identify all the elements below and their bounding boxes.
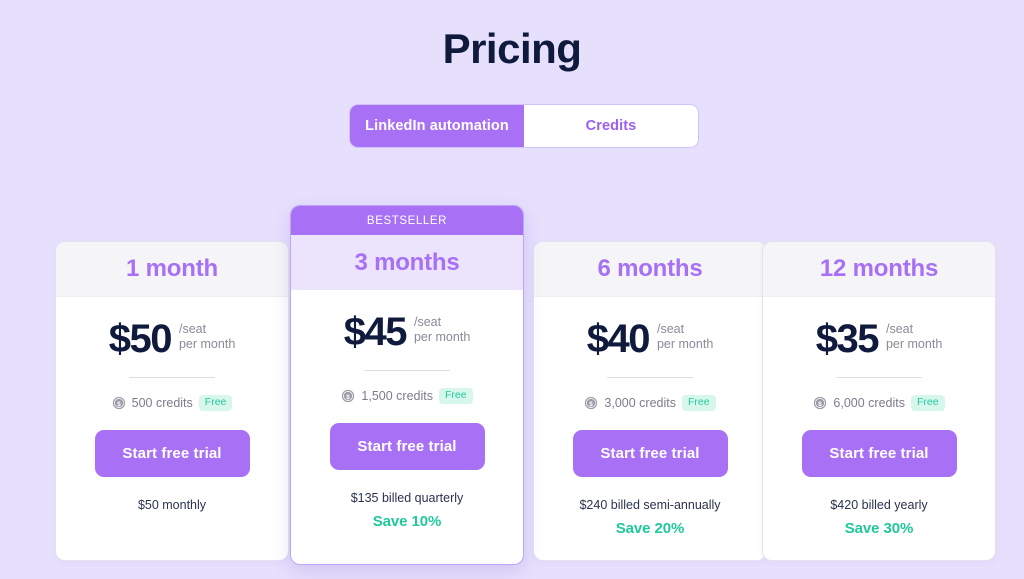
plan-term-label: 12 months <box>819 255 939 282</box>
card-body: $40 /seat per month $ 3,000 credits Free… <box>534 297 766 537</box>
price-unit: /seat per month <box>179 322 235 353</box>
billing-note: $135 billed quarterly <box>350 490 464 505</box>
credits-row: $ 3,000 credits Free <box>584 395 716 411</box>
start-free-trial-button[interactable]: Start free trial <box>329 422 485 470</box>
price-unit-line1: /seat <box>885 322 914 336</box>
card-body: $35 /seat per month $ 6,000 credits Free… <box>763 297 995 537</box>
svg-text:$: $ <box>819 401 823 408</box>
credits-row: $ 500 credits Free <box>112 395 233 411</box>
toggle-option-credits[interactable]: Credits <box>524 105 698 147</box>
credits-row: $ 1,500 credits Free <box>341 388 473 404</box>
credits-free-badge: Free <box>198 395 233 411</box>
price-unit-line2: per month <box>885 337 943 352</box>
credits-amount: 1,500 credits <box>361 388 433 403</box>
card-header: 3 months <box>291 235 523 290</box>
price-amount: $45 <box>343 310 408 354</box>
divider <box>129 377 215 378</box>
price-row: $50 /seat per month <box>109 319 236 359</box>
billing-note: $50 monthly <box>137 497 207 512</box>
credits-amount: 500 credits <box>131 395 193 410</box>
price-row: $35 /seat per month <box>816 319 943 359</box>
pricing-mode-toggle[interactable]: LinkedIn automation Credits <box>349 104 699 148</box>
coin-dollar-icon: $ <box>342 389 355 402</box>
start-free-trial-button[interactable]: Start free trial <box>572 429 728 477</box>
divider <box>836 377 922 378</box>
pricing-card-12-months[interactable]: 12 months $35 /seat per month $ 6,000 cr… <box>762 241 996 561</box>
price-unit-line1: /seat <box>656 322 685 336</box>
credits-row: $ 6,000 credits Free <box>813 395 945 411</box>
card-body: $45 /seat per month $ 1,500 credits Free… <box>291 290 523 530</box>
credits-amount: 6,000 credits <box>833 395 905 410</box>
coin-dollar-icon: $ <box>814 396 827 409</box>
page-title: Pricing <box>442 25 582 72</box>
price-amount: $50 <box>108 317 173 361</box>
price-amount: $35 <box>815 317 880 361</box>
card-header: 1 month <box>56 242 288 297</box>
price-row: $45 /seat per month <box>344 312 471 352</box>
price-unit-line2: per month <box>413 330 471 345</box>
price-row: $40 /seat per month <box>587 319 714 359</box>
price-unit-line1: /seat <box>413 315 442 329</box>
credits-free-badge: Free <box>910 395 945 411</box>
svg-text:$: $ <box>590 401 594 408</box>
price-unit-line2: per month <box>178 337 236 352</box>
svg-text:$: $ <box>117 401 121 408</box>
price-unit: /seat per month <box>414 315 470 346</box>
credits-amount: 3,000 credits <box>604 395 676 410</box>
card-body: $50 /seat per month $ 500 credits Free S… <box>56 297 288 512</box>
card-header: 6 months <box>534 242 766 297</box>
plan-term-label: 3 months <box>354 248 460 276</box>
price-unit-line2: per month <box>656 337 714 352</box>
start-free-trial-button[interactable]: Start free trial <box>94 429 250 477</box>
pricing-card-1-month[interactable]: 1 month $50 /seat per month $ 500 credit… <box>55 241 289 561</box>
savings-label: Save 30% <box>844 519 914 537</box>
billing-note: $420 billed yearly <box>830 497 928 512</box>
bestseller-ribbon: BESTSELLER <box>291 206 523 235</box>
card-header: 12 months <box>763 242 995 297</box>
start-free-trial-button[interactable]: Start free trial <box>801 429 957 477</box>
price-amount: $40 <box>586 317 651 361</box>
coin-dollar-icon: $ <box>585 396 598 409</box>
savings-label: Save 10% <box>372 512 442 530</box>
pricing-cards: 1 month $50 /seat per month $ 500 credit… <box>0 205 1024 575</box>
pricing-card-6-months[interactable]: 6 months $40 /seat per month $ 3,000 cre… <box>533 241 767 561</box>
price-unit: /seat per month <box>886 322 942 353</box>
coin-dollar-icon: $ <box>112 396 125 409</box>
price-unit-line1: /seat <box>178 322 207 336</box>
pricing-card-3-months[interactable]: BESTSELLER 3 months $45 /seat per month … <box>290 205 524 565</box>
svg-text:$: $ <box>347 394 351 401</box>
credits-free-badge: Free <box>681 395 716 411</box>
divider <box>364 370 450 371</box>
plan-term-label: 1 month <box>126 255 218 282</box>
savings-label: Save 20% <box>615 519 685 537</box>
toggle-option-linkedin-automation[interactable]: LinkedIn automation <box>350 105 524 147</box>
billing-note: $240 billed semi-annually <box>579 497 721 512</box>
divider <box>607 377 693 378</box>
plan-term-label: 6 months <box>597 255 703 282</box>
credits-free-badge: Free <box>438 388 473 404</box>
price-unit: /seat per month <box>657 322 713 353</box>
